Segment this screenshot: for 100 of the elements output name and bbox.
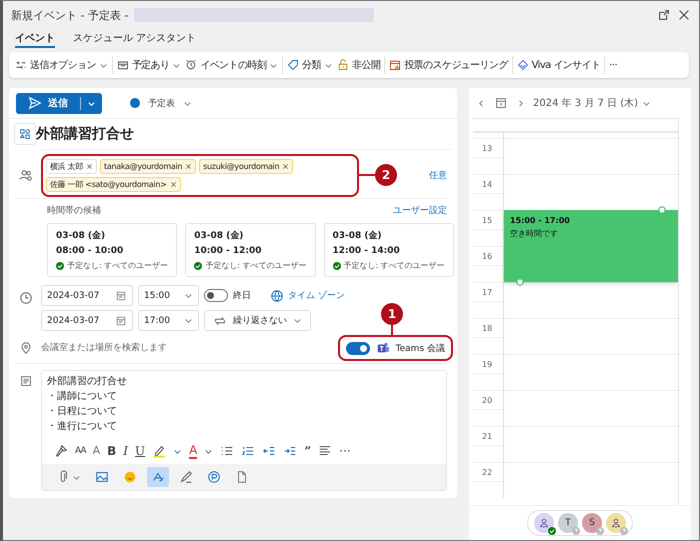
avatar-initial: S — [589, 518, 595, 528]
calendar-icon — [115, 290, 127, 302]
availability-text: 予定なし: すべてのユーザー — [205, 260, 306, 271]
avatar-initial: T — [565, 518, 571, 528]
body-text-line: 外部講習の打合せ — [47, 375, 128, 389]
availability-text: 予定なし: すべてのユーザー — [67, 260, 168, 271]
remove-icon[interactable] — [86, 162, 94, 170]
settings-link[interactable]: ユーザー設定 — [393, 204, 447, 217]
body-text-line: ・日程について — [47, 405, 118, 419]
resize-handle-icon[interactable] — [658, 206, 666, 214]
editor-icon — [151, 470, 165, 484]
window-title: 新規イベント - 予定表 - — [11, 8, 128, 22]
toolbar-button[interactable]: 予定あり — [114, 55, 184, 75]
outdent-icon[interactable] — [262, 444, 276, 458]
body-editor[interactable]: 外部講習の打合せ ・講師について ・日程について ・進行について AA A B I U A ” ··· — [41, 370, 447, 491]
teams-icon — [376, 341, 390, 355]
toolbar-button[interactable]: 分類 — [285, 55, 336, 75]
all-day-label: 終日 — [233, 290, 251, 302]
numbered-list-icon[interactable] — [241, 444, 256, 458]
align-icon[interactable] — [318, 444, 332, 458]
people-icon — [19, 168, 33, 182]
calendar-chart-icon — [389, 59, 402, 71]
underline-button[interactable]: U — [135, 444, 146, 458]
grow-font-button[interactable]: A — [92, 444, 100, 458]
date-picker-button[interactable]: 2024 年 3 月 7 日 (木) — [533, 96, 652, 110]
bullet-list-icon[interactable] — [220, 444, 234, 458]
alarm-clock-icon — [185, 59, 198, 71]
callout-number: 2 — [375, 164, 397, 186]
attendee-chip[interactable]: tanaka@yourdomain — [100, 158, 196, 174]
clock-icon — [19, 291, 33, 305]
check-icon — [194, 262, 202, 270]
event-time: 15:00 - 17:00 — [510, 216, 571, 225]
calendar-dot-icon — [130, 98, 140, 108]
optional-link[interactable]: 任意 — [429, 168, 447, 182]
more-button[interactable]: ··· — [339, 444, 351, 458]
today-icon[interactable] — [494, 96, 508, 110]
event-note: 空き時間です — [510, 228, 559, 239]
remove-icon[interactable] — [282, 162, 290, 170]
toolbar-button[interactable]: Viva インサイト — [514, 55, 602, 75]
tab[interactable]: スケジュール アシスタント — [73, 29, 196, 46]
quote-button[interactable]: ” — [304, 444, 312, 458]
font-color-button[interactable]: A — [189, 443, 198, 459]
check-icon — [56, 262, 64, 270]
close-icon[interactable] — [677, 8, 691, 22]
category-button[interactable] — [14, 123, 36, 145]
toolbar-button[interactable]: 非公開 — [335, 55, 382, 75]
send-button[interactable]: 送信 — [16, 92, 102, 114]
tab[interactable]: イベント — [15, 29, 55, 48]
slot-time: 12:00 - 14:00 — [332, 246, 401, 256]
pop-out-icon[interactable] — [657, 8, 671, 22]
resize-handle-icon[interactable] — [516, 278, 524, 286]
calendar-icon — [115, 314, 127, 326]
attendee-avatar[interactable]: T — [558, 513, 578, 533]
attendee-chip[interactable]: 佐藤 一郎 <sato@yourdomain> — [46, 176, 181, 192]
attendee-avatar[interactable] — [606, 513, 626, 533]
toolbar-button[interactable]: 投票のスケジューリング — [387, 55, 510, 75]
padlock-icon — [337, 59, 350, 71]
person-icon — [538, 517, 550, 529]
loop-icon — [207, 470, 221, 484]
time-slot-card[interactable]: 03-08 (金) 08:00 - 10:00 予定なし: すべてのユーザー — [47, 223, 178, 277]
end-time-dropdown[interactable]: 17:00 — [138, 310, 199, 331]
repeat-dropdown[interactable]: 繰り返さない — [204, 310, 311, 331]
toolbar-button[interactable]: 送信オプション — [13, 55, 110, 75]
indent-icon[interactable] — [283, 444, 298, 458]
attendee-chip[interactable]: suzuki@yourdomain — [199, 158, 294, 174]
time-zone-link[interactable]: タイム ゾーン — [270, 288, 345, 302]
font-size-button[interactable]: AA — [75, 444, 86, 458]
toolbar-button[interactable]: イベントの時刻 — [183, 55, 280, 75]
location-pin-icon — [19, 341, 33, 355]
end-date-field[interactable]: 2024-03-07 — [41, 310, 133, 331]
tag-icon — [287, 59, 300, 71]
location-field[interactable]: 会議室または場所を検索します — [41, 339, 331, 357]
format-painter-icon[interactable] — [54, 444, 68, 458]
bold-button[interactable]: B — [107, 444, 116, 458]
remove-icon[interactable] — [170, 180, 177, 188]
time-slot-card[interactable]: 03-08 (金) 10:00 - 12:00 予定なし: すべてのユーザー — [185, 223, 316, 277]
teams-toggle[interactable] — [346, 342, 370, 354]
notes-icon — [19, 374, 33, 388]
start-date-field[interactable]: 2024-03-07 — [41, 285, 133, 306]
highlighter-icon[interactable] — [152, 444, 166, 458]
toolbar-button[interactable]: ··· — [607, 56, 620, 74]
globe-icon — [270, 288, 284, 302]
event-title[interactable]: 外部講習打合せ — [36, 125, 134, 143]
all-day-toggle[interactable] — [204, 289, 228, 302]
paper-plane-icon — [28, 96, 42, 110]
slot-time: 08:00 - 10:00 — [56, 246, 124, 256]
attendee-chip[interactable]: 横浜 太郎 — [46, 158, 98, 174]
calendar-selector[interactable]: 予定表 — [124, 96, 198, 110]
image-icon — [95, 470, 109, 484]
start-time-dropdown[interactable]: 15:00 — [138, 285, 199, 306]
diamond-icon — [516, 59, 529, 71]
insert-button[interactable] — [147, 467, 169, 487]
section-label: 時間帯の候補 — [47, 204, 101, 217]
time-slot-card[interactable]: 03-08 (金) 12:00 - 14:00 予定なし: すべてのユーザー — [324, 223, 454, 277]
attendee-avatar[interactable] — [534, 513, 554, 533]
person-icon — [610, 517, 622, 529]
italic-button[interactable]: I — [123, 444, 128, 458]
attendee-avatar[interactable]: S — [582, 513, 602, 533]
document-icon — [235, 470, 249, 484]
remove-icon[interactable] — [185, 162, 192, 170]
